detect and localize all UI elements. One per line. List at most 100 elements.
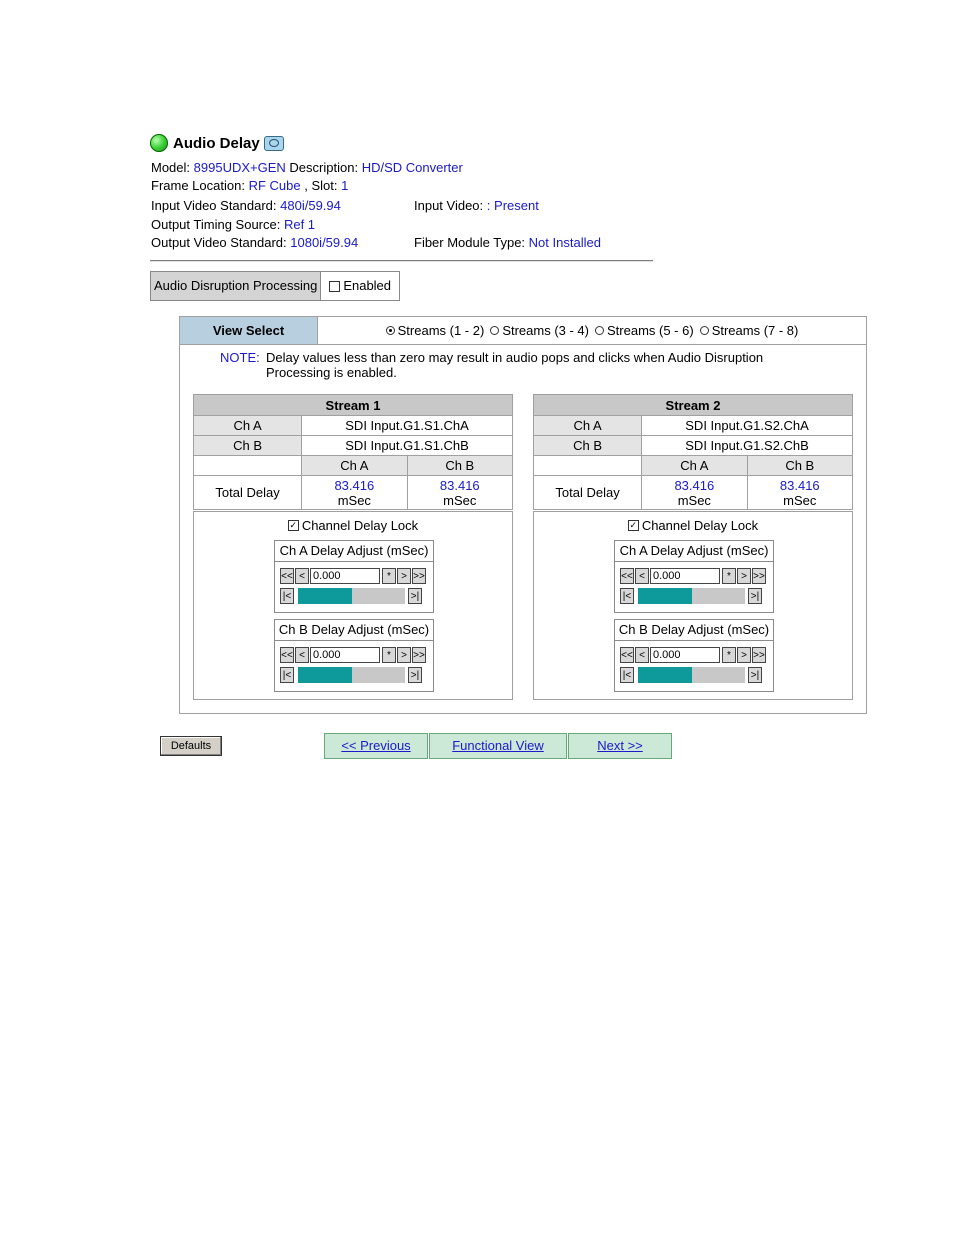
input-video-line: Input Video: : Present <box>414 197 539 215</box>
total-delay-ch-a: 83.416 mSec <box>301 475 408 510</box>
refresh-icon[interactable] <box>263 135 284 151</box>
forward-button[interactable]: > <box>737 647 751 663</box>
fast-forward-button[interactable]: >> <box>752 568 766 584</box>
radio-selected-icon[interactable] <box>385 326 395 335</box>
fast-back-button[interactable]: << <box>280 568 294 584</box>
stream-title: Stream 2 <box>533 394 853 416</box>
radio-streams-1-2[interactable]: Streams (1 - 2) <box>385 323 485 338</box>
min-button[interactable]: |< <box>280 588 294 604</box>
fast-forward-button[interactable]: >> <box>412 568 426 584</box>
slider-fill <box>638 667 692 683</box>
ch-b-delay-input[interactable]: 0.000 <box>310 647 380 663</box>
radio-label: Streams (1 - 2) <box>397 323 485 338</box>
previous-button[interactable]: << Previous <box>324 733 428 759</box>
checkbox-checked-icon[interactable]: ✓ <box>287 520 299 531</box>
back-button[interactable]: < <box>295 568 309 584</box>
forward-button[interactable]: > <box>397 647 411 663</box>
output-timing-source-line: Output Timing Source: Ref 1 <box>151 216 315 234</box>
blank-cell <box>192 455 303 476</box>
fiber-module-type-value: Not Installed <box>528 235 601 250</box>
ch-a-source: SDI Input.G1.S1.ChA <box>301 415 513 436</box>
divider <box>150 260 653 262</box>
fast-back-button[interactable]: << <box>280 647 294 663</box>
slot-label: , Slot: <box>304 178 338 193</box>
channel-delay-lock-checkbox[interactable]: ✓ Channel Delay Lock <box>194 518 512 533</box>
model-label: Model: <box>151 160 191 175</box>
max-button[interactable]: >| <box>408 667 422 683</box>
total-delay-label: Total Delay <box>532 475 643 510</box>
functional-view-button[interactable]: Functional View <box>429 733 567 759</box>
min-button[interactable]: |< <box>280 667 294 683</box>
input-video-value: Present <box>494 198 539 213</box>
max-button[interactable]: >| <box>748 588 762 604</box>
radio-icon[interactable] <box>595 326 604 335</box>
ch-b-delay-input[interactable]: 0.000 <box>650 647 720 663</box>
stream-panel: View Select Streams (1 - 2) Streams (3 -… <box>179 316 867 714</box>
min-button[interactable]: |< <box>620 667 634 683</box>
output-video-standard-line: Output Video Standard: 1080i/59.94 <box>151 234 358 252</box>
channel-delay-lock-label: Channel Delay Lock <box>641 518 759 533</box>
radio-icon[interactable] <box>490 326 500 335</box>
description-value: HD/SD Converter <box>361 160 463 175</box>
ch-b-label: Ch B <box>532 435 643 456</box>
radio-label: Streams (7 - 8) <box>711 323 799 338</box>
total-delay-ch-b-value: 83.416 <box>779 477 820 493</box>
ch-b-source: SDI Input.G1.S2.ChB <box>641 435 853 456</box>
stream-title: Stream 1 <box>193 394 513 416</box>
next-button[interactable]: Next >> <box>568 733 672 759</box>
min-button[interactable]: |< <box>620 588 634 604</box>
frame-location-line: Frame Location: RF Cube , Slot: 1 <box>151 177 348 195</box>
checkbox-checked-icon[interactable]: ✓ <box>627 520 639 531</box>
ch-a-delay-slider[interactable] <box>298 588 405 604</box>
ch-a-delay-adjust: Ch A Delay Adjust (mSec) << < 0.000 * > … <box>274 540 434 613</box>
fast-back-button[interactable]: << <box>620 647 634 663</box>
max-button[interactable]: >| <box>408 588 422 604</box>
defaults-button[interactable]: Defaults <box>160 736 222 756</box>
fast-back-button[interactable]: << <box>620 568 634 584</box>
radio-streams-3-4[interactable]: Streams (3 - 4) <box>490 323 589 338</box>
radio-icon[interactable] <box>699 326 709 335</box>
ch-a-delay-input[interactable]: 0.000 <box>650 568 720 584</box>
back-button[interactable]: < <box>295 647 309 663</box>
slider-fill <box>638 588 692 604</box>
radio-streams-7-8[interactable]: Streams (7 - 8) <box>699 323 799 338</box>
ch-b-delay-slider[interactable] <box>298 667 405 683</box>
input-video-standard-label: Input Video Standard: <box>151 198 277 213</box>
model-value: 8995UDX+GEN <box>193 160 286 175</box>
total-delay-ch-b: 83.416 mSec <box>406 475 514 510</box>
page-title-text: Audio Delay <box>173 134 260 152</box>
col-ch-a: Ch A <box>301 455 408 476</box>
audio-disruption-enabled-checkbox[interactable]: Enabled <box>321 272 400 300</box>
back-button[interactable]: < <box>635 568 649 584</box>
checkbox-icon[interactable] <box>329 280 341 292</box>
fast-forward-button[interactable]: >> <box>412 647 426 663</box>
ch-a-delay-slider[interactable] <box>638 588 745 604</box>
output-timing-source-label: Output Timing Source: <box>151 217 281 232</box>
stream-1: Stream 1 Ch A SDI Input.G1.S1.ChA Ch B SDI… <box>192 394 514 700</box>
default-button[interactable]: * <box>722 568 736 584</box>
radio-label: Streams (5 - 6) <box>607 323 694 338</box>
unit-label: mSec <box>443 492 477 508</box>
col-ch-b: Ch B <box>406 455 514 476</box>
forward-button[interactable]: > <box>397 568 411 584</box>
frame-location-label: Frame Location: <box>151 178 245 193</box>
max-button[interactable]: >| <box>748 667 762 683</box>
default-button[interactable]: * <box>382 568 396 584</box>
unit-label: mSec <box>337 492 371 508</box>
frame-location-value: RF Cube <box>248 178 301 193</box>
ch-b-delay-slider[interactable] <box>638 667 745 683</box>
radio-streams-5-6[interactable]: Streams (5 - 6) <box>595 323 694 338</box>
fast-forward-button[interactable]: >> <box>752 647 766 663</box>
note-text-line2: Processing is enabled. <box>266 365 397 380</box>
total-delay-label: Total Delay <box>192 475 303 510</box>
output-timing-source-value: Ref 1 <box>283 217 316 232</box>
ch-a-delay-input[interactable]: 0.000 <box>310 568 380 584</box>
default-button[interactable]: * <box>382 647 396 663</box>
forward-button[interactable]: > <box>737 568 751 584</box>
channel-delay-lock-checkbox[interactable]: ✓ Channel Delay Lock <box>534 518 852 533</box>
slot-value: 1 <box>341 178 349 193</box>
ch-b-delay-adjust: Ch B Delay Adjust (mSec) << < 0.000 * > … <box>614 619 774 692</box>
default-button[interactable]: * <box>722 647 736 663</box>
back-button[interactable]: < <box>635 647 649 663</box>
slider-fill <box>298 667 352 683</box>
